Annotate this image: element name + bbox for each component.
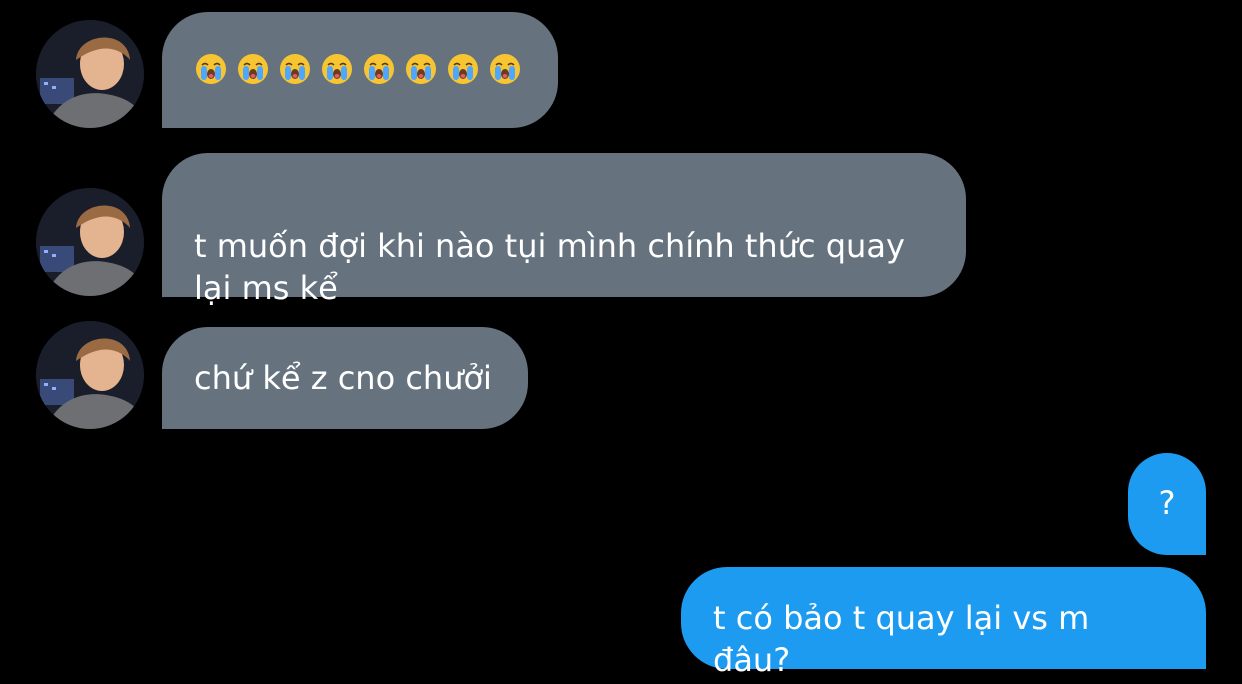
message-text: chứ kể z cno chưởi bbox=[194, 359, 492, 397]
emoji-row bbox=[194, 36, 526, 86]
loudly-crying-face-icon bbox=[364, 54, 394, 84]
avatar[interactable] bbox=[36, 20, 144, 128]
message-text: t muốn đợi khi nào tụi mình chính thức q… bbox=[194, 227, 905, 307]
message-thread: t muốn đợi khi nào tụi mình chính thức q… bbox=[0, 0, 1242, 684]
message-text: ? bbox=[1158, 484, 1176, 522]
outgoing-message-bubble[interactable]: t có bảo t quay lại vs m đâu? bbox=[681, 567, 1206, 679]
loudly-crying-face-icon bbox=[280, 54, 310, 84]
loudly-crying-face-icon bbox=[196, 54, 226, 84]
outgoing-message-bubble[interactable]: ? bbox=[1128, 453, 1206, 555]
loudly-crying-face-icon bbox=[448, 54, 478, 84]
avatar[interactable] bbox=[36, 321, 144, 429]
incoming-message-bubble[interactable] bbox=[162, 12, 558, 128]
message-text: t có bảo t quay lại vs m đâu? bbox=[713, 599, 1090, 679]
loudly-crying-face-icon bbox=[238, 54, 268, 84]
avatar[interactable] bbox=[36, 188, 144, 296]
incoming-message-bubble[interactable]: chứ kể z cno chưởi bbox=[162, 327, 528, 429]
incoming-message-bubble[interactable]: t muốn đợi khi nào tụi mình chính thức q… bbox=[162, 153, 966, 307]
loudly-crying-face-icon bbox=[490, 54, 520, 84]
loudly-crying-face-icon bbox=[406, 54, 436, 84]
loudly-crying-face-icon bbox=[322, 54, 352, 84]
